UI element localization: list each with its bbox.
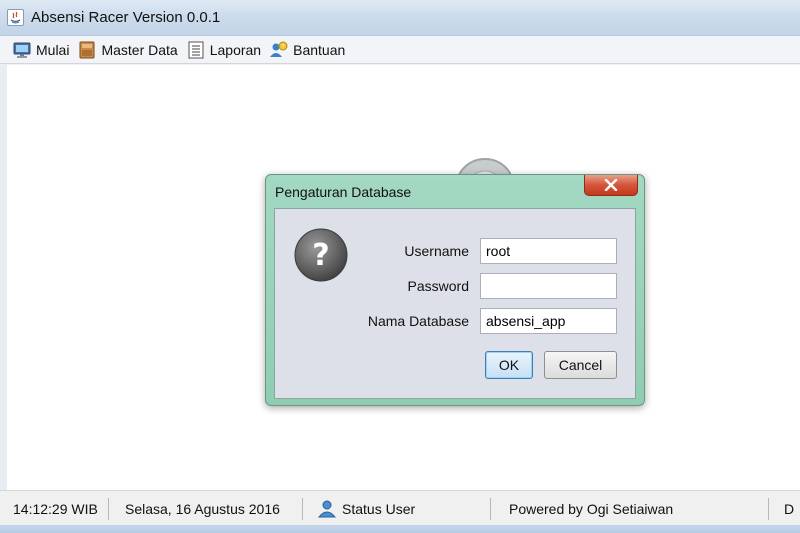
help-people-icon: ?: [269, 40, 289, 60]
username-field[interactable]: [480, 238, 617, 264]
status-powered-by: Powered by Ogi Setiaiwan: [509, 500, 674, 517]
status-separator: [768, 498, 769, 520]
cancel-button[interactable]: Cancel: [544, 351, 617, 379]
svg-text:?: ?: [282, 43, 285, 50]
menu-laporan-label: Laporan: [209, 41, 262, 58]
menu-bar: Mulai Master Data Laporan ? Bantuan: [0, 36, 800, 64]
window-title: Absensi Racer Version 0.0.1: [31, 9, 221, 26]
status-separator: [302, 498, 303, 520]
dialog-title: Pengaturan Database: [275, 184, 412, 200]
menu-master-data[interactable]: Master Data: [73, 38, 181, 62]
menu-mulai-label: Mulai: [36, 41, 70, 58]
status-time: 14:12:29 WIB: [13, 500, 98, 517]
dialog-body: ? Username Password Nama Database OK Can…: [274, 208, 636, 399]
menu-master-data-label: Master Data: [101, 41, 178, 58]
database-name-field[interactable]: [480, 308, 617, 334]
menu-bantuan[interactable]: ? Bantuan: [265, 38, 349, 62]
database-settings-dialog: Pengaturan Database ? Username Password: [265, 174, 645, 406]
svg-text:?: ?: [312, 238, 329, 273]
monitor-icon: [12, 40, 32, 60]
status-separator: [490, 498, 491, 520]
java-app-icon: [7, 9, 24, 26]
ok-button[interactable]: OK: [485, 351, 533, 379]
status-truncated-cell: D: [784, 500, 795, 517]
status-separator: [108, 498, 109, 520]
status-user-label: Status User: [342, 500, 416, 517]
question-icon: ?: [293, 227, 349, 283]
username-label: Username: [404, 243, 469, 259]
status-bar: 14:12:29 WIB Selasa, 16 Agustus 2016 Sta…: [0, 490, 800, 525]
folder-icon: [77, 40, 97, 60]
database-name-label: Nama Database: [367, 313, 469, 329]
status-user: Status User: [318, 491, 415, 526]
close-icon: [604, 179, 618, 191]
status-date: Selasa, 16 Agustus 2016: [125, 500, 280, 517]
password-field[interactable]: [480, 273, 617, 299]
report-list-icon: [186, 40, 206, 60]
window-bottom-edge: [0, 525, 800, 533]
menu-bantuan-label: Bantuan: [293, 41, 346, 58]
user-icon: [318, 500, 336, 518]
menu-laporan[interactable]: Laporan: [182, 38, 265, 62]
window-left-edge: [0, 65, 7, 490]
dialog-close-button[interactable]: [584, 175, 638, 196]
menu-mulai[interactable]: Mulai: [8, 38, 73, 62]
password-label: Password: [407, 278, 469, 294]
window-titlebar: Absensi Racer Version 0.0.1: [0, 0, 800, 36]
